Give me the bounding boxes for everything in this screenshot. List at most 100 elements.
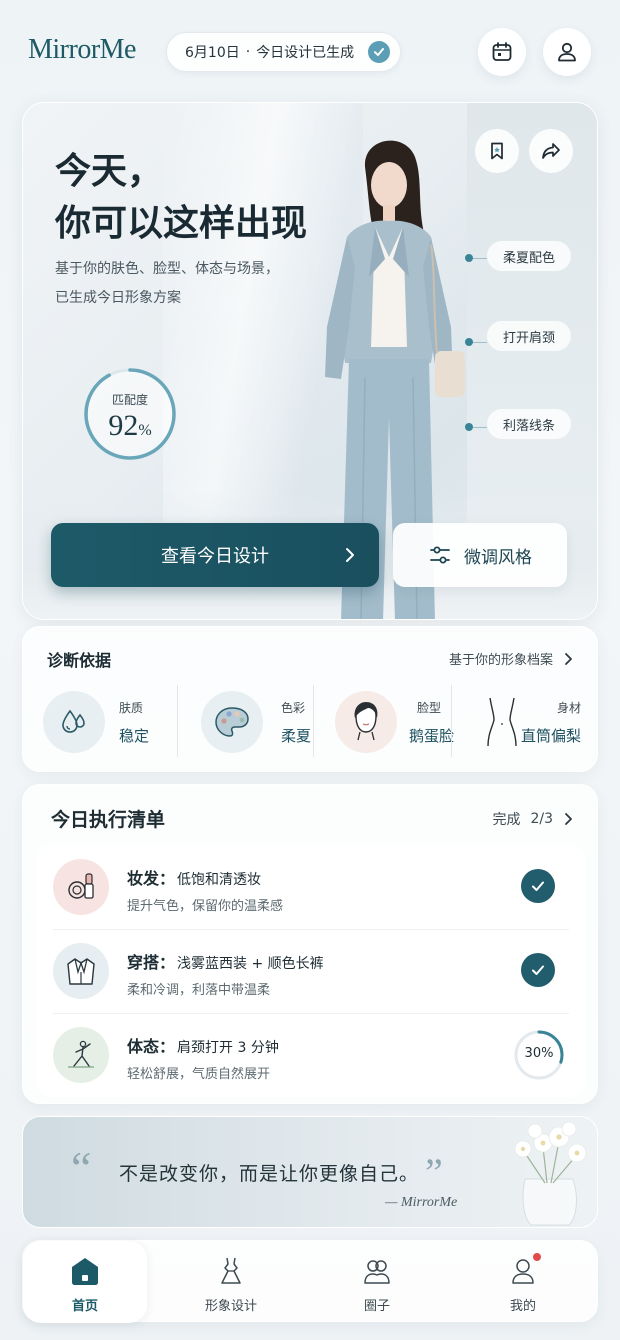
yoga-pose-icon: [53, 1027, 109, 1083]
date-separator: ·: [245, 44, 251, 60]
checklist-progress-label: 完成: [492, 812, 521, 828]
checklist-progress-link[interactable]: 完成 2/3: [492, 809, 573, 829]
makeup-icon: [53, 859, 109, 915]
hero-card: 今天， 你可以这样出现 基于你的肤色、脸型、体态与场景， 已生成今日形象方案 匹…: [22, 102, 598, 620]
divider: [313, 685, 314, 757]
nav-item-mine[interactable]: 我的: [461, 1241, 585, 1323]
adjust-style-button[interactable]: 微调风格: [393, 523, 567, 587]
tag-connector-line: [473, 342, 487, 343]
diagnosis-label: 脸型: [417, 701, 442, 715]
nav-label: 首页: [71, 1299, 98, 1314]
diagnosis-item-body[interactable]: 身材 直筒偏梨: [475, 683, 609, 759]
tag-connector-dot: [465, 254, 473, 262]
tag-connector-line: [473, 427, 487, 428]
quote-text: 不是改变你，而是让你更像自己。: [119, 1164, 420, 1185]
diagnosis-label: 肤质: [119, 701, 144, 715]
diagnosis-card: 诊断依据 基于你的形象档案 肤质 稳定 色彩 柔夏 脸型 鹅蛋脸 身材 直筒偏梨: [22, 626, 598, 772]
calendar-button[interactable]: [478, 28, 526, 76]
view-today-design-button[interactable]: 查看今日设计: [51, 523, 379, 587]
checklist-progress-value: 2/3: [530, 811, 553, 827]
checklist-item-desc: 提升气色，保留你的温柔感: [127, 899, 284, 914]
open-quote-icon: “: [71, 1142, 92, 1193]
checklist-title: 今日执行清单: [51, 809, 166, 831]
bottom-navigation: 首页 形象设计 圈子 我的: [22, 1240, 598, 1323]
hero-title: 今天， 你可以这样出现: [55, 145, 307, 249]
app-header: MirrorMe 6月10日 · 今日设计已生成: [0, 0, 620, 100]
dress-icon: [215, 1255, 247, 1287]
diagnosis-label: 身材: [557, 701, 582, 715]
divider: [451, 685, 452, 757]
nav-label: 我的: [509, 1299, 536, 1314]
face-icon: [335, 691, 397, 753]
diagnosis-value: 直筒偏梨: [521, 727, 582, 745]
chevron-right-icon: [346, 548, 354, 562]
share-arrow-icon: [542, 143, 560, 159]
tag-connector-dot: [465, 423, 473, 431]
nav-item-community[interactable]: 圈子: [315, 1241, 439, 1323]
hero-subtitle: 基于你的肤色、脸型、体态与场景， 已生成今日形象方案: [55, 255, 279, 313]
date-status-pill[interactable]: 6月10日 · 今日设计已生成: [166, 32, 402, 72]
checklist-item-name: 肩颈打开 3 分钟: [177, 1040, 279, 1056]
progress-ring[interactable]: 30%: [513, 1029, 565, 1081]
status-text: 今日设计已生成: [256, 45, 355, 61]
diagnosis-label: 色彩: [281, 701, 306, 715]
tag-connector-dot: [465, 338, 473, 346]
calendar-icon: [492, 42, 512, 61]
check-circle-icon: [368, 41, 391, 63]
checklist-item-name: 浅雾蓝西装 + 顺色长裤: [177, 956, 324, 972]
jacket-icon: [53, 943, 109, 999]
checklist-item-posture[interactable]: 体态： 肩颈打开 3 分钟 轻松舒展，气质自然展开 30%: [37, 1013, 585, 1097]
quote-banner: “ 不是改变你，而是让你更像自己。 ” — MirrorMe: [22, 1116, 598, 1228]
profile-archive-label: 基于你的形象档案: [448, 653, 553, 668]
hero-title-line1: 今天，: [55, 151, 164, 191]
water-drop-icon: [43, 691, 105, 753]
diagnosis-item-face[interactable]: 脸型 鹅蛋脸: [335, 683, 469, 759]
completed-check-button[interactable]: [521, 953, 555, 987]
checklist-item-category: 穿搭：: [127, 953, 176, 972]
match-score-value: 92%: [81, 409, 179, 443]
profile-button[interactable]: [543, 28, 591, 76]
checklist-item-desc: 柔和冷调，利落中带温柔: [127, 983, 271, 998]
style-tag[interactable]: 柔夏配色: [487, 241, 572, 271]
check-icon: [532, 965, 544, 975]
diagnosis-title: 诊断依据: [47, 651, 112, 670]
palette-icon: [201, 691, 263, 753]
date-text: 6月10日: [185, 45, 240, 61]
diagnosis-item-color[interactable]: 色彩 柔夏: [201, 683, 335, 759]
community-icon: [361, 1255, 393, 1287]
hero-title-line2: 你可以这样出现: [55, 203, 308, 243]
hero-subtitle-line2: 已生成今日形象方案: [55, 290, 181, 306]
checklist-item-makeup[interactable]: 妆发： 低饱和清透妆 提升气色，保留你的温柔感: [37, 845, 585, 929]
style-tag[interactable]: 打开肩颈: [487, 321, 572, 351]
match-score-label: 匹配度: [111, 393, 148, 407]
completed-check-button[interactable]: [521, 869, 555, 903]
nav-item-image-design[interactable]: 形象设计: [169, 1241, 293, 1323]
match-score-unit: %: [138, 422, 152, 439]
profile-archive-link[interactable]: 基于你的形象档案: [449, 649, 573, 668]
bookmark-button[interactable]: [475, 129, 519, 173]
today-checklist-card: 今日执行清单 完成 2/3 妆发： 低饱和清透妆 提升气色，保留你的温柔感 穿搭：…: [22, 784, 598, 1104]
chevron-right-icon: [565, 652, 572, 665]
view-today-design-label: 查看今日设计: [161, 546, 269, 567]
checklist-items: 妆发： 低饱和清透妆 提升气色，保留你的温柔感 穿搭： 浅雾蓝西装 + 顺色长裤 柔…: [37, 845, 585, 1097]
home-icon: [69, 1255, 101, 1287]
checklist-item-title: 妆发： 低饱和清透妆: [127, 865, 261, 889]
close-quote-icon: ”: [425, 1150, 443, 1195]
diagnosis-value: 柔夏: [281, 727, 312, 745]
app-logo[interactable]: MirrorMe: [28, 34, 136, 66]
nav-item-home[interactable]: 首页: [23, 1241, 147, 1323]
checklist-item-title: 体态： 肩颈打开 3 分钟: [127, 1033, 279, 1057]
diagnosis-value: 鹅蛋脸: [409, 727, 455, 745]
nav-label: 形象设计: [204, 1299, 257, 1314]
diagnosis-item-skin[interactable]: 肤质 稳定: [43, 683, 177, 759]
style-tag[interactable]: 利落线条: [487, 409, 572, 439]
notification-badge: [533, 1253, 541, 1261]
adjust-style-label: 微调风格: [464, 547, 532, 568]
user-icon: [558, 42, 576, 62]
checklist-item-name: 低饱和清透妆: [177, 872, 262, 888]
share-button[interactable]: [529, 129, 573, 173]
hero-subtitle-line1: 基于你的肤色、脸型、体态与场景，: [55, 261, 279, 277]
flower-vase-image: [514, 1121, 587, 1226]
checklist-item-outfit[interactable]: 穿搭： 浅雾蓝西装 + 顺色长裤 柔和冷调，利落中带温柔: [37, 929, 585, 1013]
chevron-right-icon: [565, 813, 572, 825]
